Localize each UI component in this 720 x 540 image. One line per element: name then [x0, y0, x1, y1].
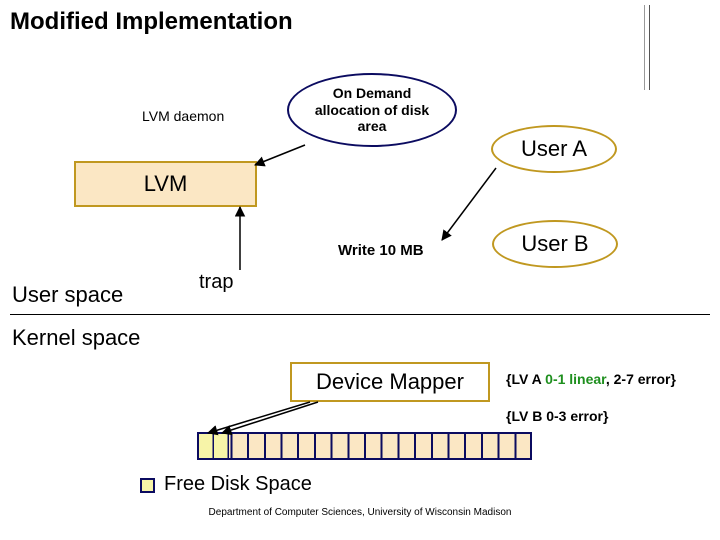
mapping-a-rest: , 2-7 error}: [606, 371, 676, 387]
mapping-a-prefix: {LV A: [506, 371, 545, 387]
space-divider: [10, 314, 710, 315]
footer-text: Department of Computer Sciences, Univers…: [0, 507, 720, 519]
userspace-label: User space: [12, 282, 123, 308]
user-b-oval: User B: [492, 220, 618, 268]
disk-strip: [197, 432, 532, 460]
trap-label: trap: [199, 271, 233, 294]
arrow-dm-to-disk-2: [222, 402, 318, 433]
legend-label: Free Disk Space: [164, 473, 312, 496]
page-title: Modified Implementation: [10, 8, 293, 36]
kernelspace-label: Kernel space: [12, 325, 140, 351]
disk-allocated-cells: [199, 434, 229, 458]
arrow-balloon-to-lvm: [255, 145, 305, 165]
device-mapper-box: Device Mapper: [290, 362, 490, 402]
user-a-oval: User A: [491, 125, 617, 173]
decorative-rule: [644, 5, 645, 90]
mapping-a-text: {LV A 0-1 linear, 2-7 error}: [506, 371, 676, 387]
arrow-usera-to-write: [442, 168, 496, 240]
decorative-rule: [649, 5, 650, 90]
on-demand-balloon: On Demand allocation of disk area: [287, 73, 457, 147]
lvm-daemon-label: LVM daemon: [142, 108, 224, 124]
mapping-a-linear: 0-1 linear: [545, 371, 606, 387]
lvm-box: LVM: [74, 161, 257, 207]
write-label: Write 10 MB: [338, 242, 424, 259]
mapping-b-text: {LV B 0-3 error}: [506, 408, 608, 424]
arrow-dm-to-disk-1: [208, 402, 310, 433]
legend-swatch: [140, 478, 155, 493]
